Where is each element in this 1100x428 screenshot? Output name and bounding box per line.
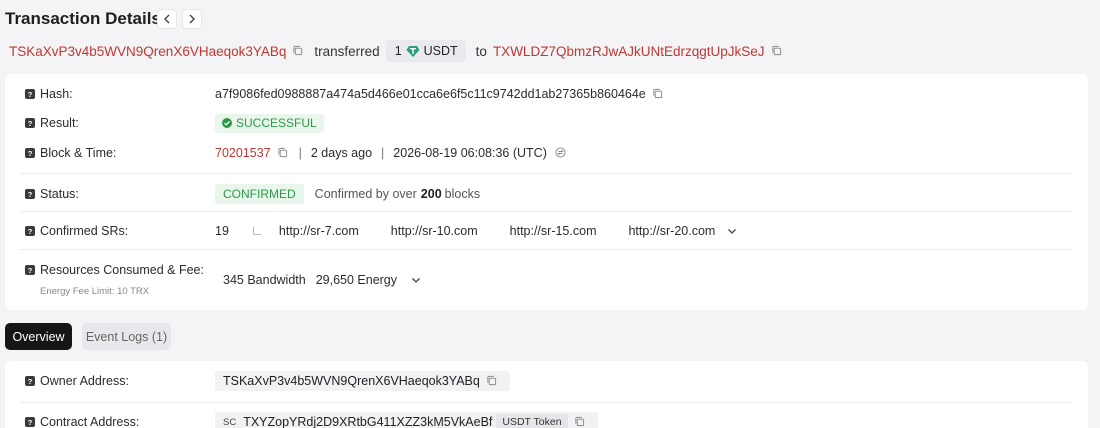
resources-value[interactable]: 345 Bandwidth 29,650 Energy	[223, 270, 421, 290]
to-text: to	[475, 43, 487, 59]
token-symbol: USDT	[423, 44, 458, 58]
confirmations-text: Confirmed by over	[314, 187, 417, 201]
copy-icon[interactable]	[277, 147, 289, 159]
chevron-down-icon[interactable]	[411, 277, 421, 284]
tree-connector	[252, 227, 261, 235]
prev-transaction-button[interactable]	[157, 9, 177, 29]
confirmed-badge: CONFIRMED	[215, 184, 304, 204]
absolute-time: 2026-08-19 06:08:36 (UTC)	[393, 146, 547, 160]
page-title: Transaction Details	[5, 9, 161, 28]
contract-address-row: ? Contract Address: SC TXYZopYRdj2D9XRtb…	[5, 412, 1088, 428]
block-number-link[interactable]: 70201537	[215, 146, 271, 160]
token-amount: 1	[394, 44, 402, 58]
result-value: SUCCESSFUL	[236, 116, 317, 130]
status-label: Status:	[40, 187, 79, 201]
transfer-summary: TSKaXvP3v4b5WVN9QrenX6VHaeqok3YABq trans…	[9, 40, 789, 62]
copy-icon[interactable]	[486, 375, 498, 387]
copy-icon[interactable]	[292, 45, 304, 57]
help-icon[interactable]: ?	[25, 118, 35, 128]
block-time-row: ? Block & Time: 70201537 | 2 days ago | …	[5, 143, 1088, 163]
chevron-down-icon[interactable]	[727, 228, 737, 235]
contract-address-box[interactable]: SC TXYZopYRdj2D9XRtbG411XZZ3kM5VkAeBf US…	[215, 412, 598, 428]
to-address-link[interactable]: TXWLDZ7QbmzRJwAJkUNtEdrzqgtUpJkSeJ	[493, 44, 765, 59]
hash-value: a7f9086fed0988887a474a5d466e01cca6e6f5c1…	[215, 87, 646, 101]
contract-address-value: TXYZopYRdj2D9XRtbG411XZZ3kM5VkAeBf	[243, 415, 493, 428]
help-icon[interactable]: ?	[25, 189, 35, 199]
hash-value-group: a7f9086fed0988887a474a5d466e01cca6e6f5c1…	[215, 87, 670, 101]
separator: |	[298, 146, 302, 160]
separator: |	[381, 146, 385, 160]
check-circle-icon	[222, 118, 232, 128]
result-row: ? Result: SUCCESSFUL	[5, 113, 1088, 133]
sr-count: 19	[215, 224, 229, 238]
divider	[20, 173, 1072, 174]
token-tag: USDT Token	[496, 414, 568, 428]
transaction-details-card: ? Hash: a7f9086fed0988887a474a5d466e01cc…	[5, 74, 1088, 310]
help-icon[interactable]: ?	[25, 376, 35, 386]
resources-label: Resources Consumed & Fee:	[40, 263, 204, 277]
token-amount-pill: 1 USDT	[385, 40, 466, 62]
tether-icon	[406, 46, 420, 57]
tab-event-logs[interactable]: Event Logs (1)	[82, 323, 171, 350]
divider	[20, 211, 1072, 212]
overview-card: ? Owner Address: TSKaXvP3v4b5WVN9QrenX6V…	[5, 361, 1088, 428]
contract-address-label: Contract Address:	[40, 415, 140, 428]
hash-row: ? Hash: a7f9086fed0988887a474a5d466e01cc…	[5, 84, 1088, 104]
relative-time: 2 days ago	[310, 146, 373, 160]
resources-row: ? Resources Consumed & Fee:	[5, 260, 1088, 280]
confirmations-count: 200	[420, 187, 442, 201]
confirmations-unit: blocks	[444, 187, 481, 201]
help-icon[interactable]: ?	[25, 226, 35, 236]
chevron-left-icon	[164, 14, 170, 24]
from-address-link[interactable]: TSKaXvP3v4b5WVN9QrenX6VHaeqok3YABq	[9, 44, 286, 59]
sr-link[interactable]: http://sr-7.com	[279, 224, 359, 238]
energy-fee-limit: Energy Fee Limit: 10 TRX	[40, 286, 150, 297]
divider	[20, 402, 1072, 403]
confirmed-srs-label: Confirmed SRs:	[40, 224, 129, 238]
block-time-label: Block & Time:	[40, 146, 117, 160]
owner-address-value: TSKaXvP3v4b5WVN9QrenX6VHaeqok3YABq	[223, 374, 480, 388]
transferred-text: transferred	[314, 43, 380, 59]
chevron-right-icon	[189, 14, 195, 24]
owner-address-row: ? Owner Address: TSKaXvP3v4b5WVN9QrenX6V…	[5, 371, 1088, 391]
smart-contract-tag: SC	[223, 416, 237, 428]
confirmed-srs-row: ? Confirmed SRs: 19 http://sr-7.com http…	[5, 221, 1088, 241]
tab-overview[interactable]: Overview	[5, 323, 72, 350]
help-icon[interactable]: ?	[25, 148, 35, 158]
copy-icon[interactable]	[574, 416, 586, 428]
help-icon[interactable]: ?	[25, 89, 35, 99]
status-row: ? Status: CONFIRMED Confirmed by over 20…	[5, 184, 1088, 204]
energy-value: 29,650 Energy	[315, 273, 398, 287]
hash-label: Hash:	[40, 87, 73, 101]
sr-link[interactable]: http://sr-15.com	[510, 224, 597, 238]
sr-link[interactable]: http://sr-10.com	[391, 224, 478, 238]
bandwidth-value: 345 Bandwidth	[223, 273, 306, 287]
owner-address-label: Owner Address:	[40, 374, 129, 388]
next-transaction-button[interactable]	[182, 9, 202, 29]
timezone-switch-icon[interactable]	[555, 147, 567, 159]
help-icon[interactable]: ?	[25, 265, 35, 275]
sr-link[interactable]: http://sr-20.com	[628, 224, 715, 238]
owner-address-box[interactable]: TSKaXvP3v4b5WVN9QrenX6VHaeqok3YABq	[215, 371, 510, 391]
status-badge: SUCCESSFUL	[215, 113, 324, 133]
divider	[20, 249, 1072, 250]
result-label: Result:	[40, 116, 79, 130]
copy-icon[interactable]	[652, 88, 664, 100]
help-icon[interactable]: ?	[25, 417, 35, 427]
copy-icon[interactable]	[771, 45, 783, 57]
